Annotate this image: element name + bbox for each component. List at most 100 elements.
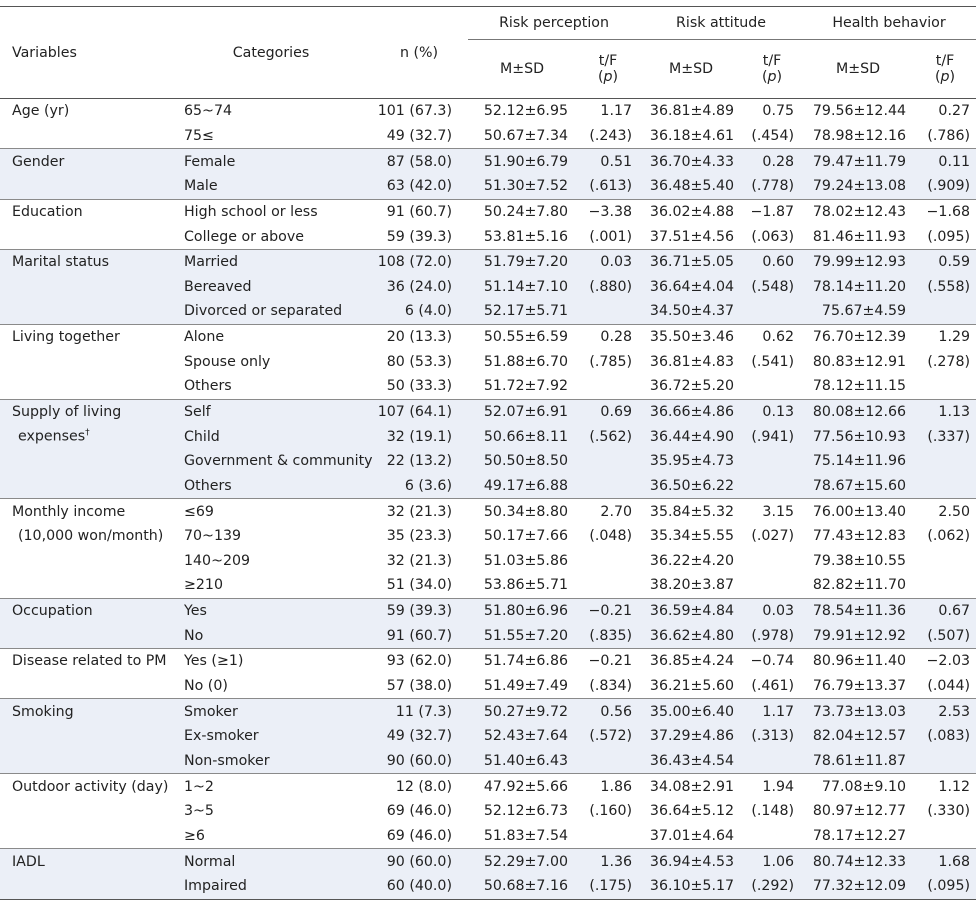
n-cell: 91 (60.7) [370, 198, 468, 225]
health-behavior-tf: 2.50 [914, 498, 976, 524]
n-cell: 32 (21.3) [386, 552, 452, 569]
table-row: 75≤ 49 (32.7) 50.67±7.34 (.243) 36.18±4.61 (.… [0, 124, 976, 149]
health-behavior-tf [914, 473, 976, 499]
n-cell: 36 (24.0) [370, 274, 468, 300]
health-behavior-msd: 80.97±12.77 [812, 803, 907, 820]
n-cell: 60 (40.0) [370, 873, 468, 900]
risk-attitude-msd: 36.85±4.24 [640, 648, 743, 674]
category-cell: 75≤ [184, 127, 214, 144]
variable-cell [0, 748, 172, 774]
variable-cell [0, 299, 172, 325]
risk-perception-msd: 51.74±6.86 [468, 648, 576, 674]
health-behavior-tf: (.083) [914, 724, 976, 749]
table-row: Spouse only 80 (53.3) 51.88±6.70 (.785) 36.8… [0, 349, 976, 374]
risk-attitude-msd: 36.71±5.05 [640, 248, 743, 275]
risk-attitude-tf: (.063) [751, 228, 795, 245]
risk-perception-msd: 51.90±6.79 [468, 148, 576, 174]
risk-perception-msd: 50.24±7.80 [468, 198, 576, 225]
risk-perception-msd: 52.43±7.64 [468, 724, 576, 749]
n-cell: 57 (38.0) [386, 678, 452, 695]
risk-attitude-msd: 37.01±4.64 [649, 827, 735, 844]
risk-perception-msd: 52.29±7.00 [468, 848, 576, 874]
health-behavior-tf [914, 374, 976, 399]
health-behavior-msd: 76.70±12.39 [802, 323, 915, 350]
health-behavior-msd: 73.73±13.03 [802, 698, 915, 725]
n-cell: 20 (13.3) [370, 323, 468, 350]
variable-cell [0, 549, 172, 574]
risk-attitude-tf: −1.87 [742, 198, 803, 225]
risk-attitude-msd: 35.34±5.55 [649, 528, 735, 545]
header-variables: Variables [0, 6, 172, 99]
risk-attitude-tf: (.541) [751, 353, 795, 370]
health-behavior-tf: 0.27 [938, 103, 971, 120]
table-row: College or above 59 (39.3) 53.81±5.16 (.001… [0, 224, 976, 249]
risk-perception-msd: 51.79±7.20 [468, 248, 576, 275]
health-behavior-tf: 2.53 [914, 698, 976, 725]
header-risk-attitude: Risk attitude [640, 6, 803, 40]
category-cell: Child [172, 424, 370, 449]
category-cell: 70~139 [184, 528, 242, 545]
health-behavior-msd: 82.82±11.70 [812, 577, 907, 594]
variable-cell [0, 573, 172, 598]
risk-perception-msd: 50.67±7.34 [483, 127, 568, 144]
risk-perception-msd: 50.34±8.80 [468, 498, 576, 524]
health-behavior-tf: (.062) [927, 528, 971, 545]
risk-perception-msd: 51.88±6.70 [483, 353, 568, 370]
category-cell: Divorced or separated [172, 299, 370, 325]
risk-attitude-msd: 35.95±4.73 [640, 448, 743, 474]
category-cell: Spouse only [184, 353, 271, 370]
health-behavior-msd: 76.79±13.37 [812, 678, 907, 695]
health-behavior-msd: 75.67±4.59 [802, 299, 915, 325]
category-cell: Alone [172, 323, 370, 350]
category-cell: 140~209 [184, 552, 251, 569]
header-categories: Categories [172, 6, 370, 99]
table-row: expenses† Child 32 (19.1) 50.66±8.11 (.562) 3… [0, 424, 976, 449]
n-cell: 32 (19.1) [370, 424, 468, 449]
risk-perception-tf: (.613) [576, 173, 641, 200]
health-behavior-msd: 77.43±12.83 [812, 528, 907, 545]
risk-attitude-tf [742, 573, 802, 598]
table-row: Outdoor activity (day) 1~2 12 (8.0) 47.92±5… [0, 773, 976, 799]
variable-cell [0, 473, 172, 499]
risk-perception-tf: (.835) [576, 623, 641, 649]
table-header: Variables Categories n (%) Risk percepti… [0, 6, 976, 99]
risk-perception-msd: 51.03±5.86 [483, 552, 568, 569]
risk-attitude-msd: 37.51±4.56 [649, 228, 735, 245]
health-behavior-tf: 0.59 [914, 248, 976, 275]
risk-perception-tf: (.048) [589, 528, 633, 545]
category-cell: Impaired [172, 873, 370, 900]
health-behavior-msd: 78.61±11.87 [802, 748, 915, 774]
category-cell: No [172, 623, 370, 649]
risk-attitude-tf: (.292) [742, 873, 803, 900]
n-cell: 50 (33.3) [386, 378, 452, 395]
variable-cell [0, 824, 172, 849]
risk-perception-msd: 52.12±6.73 [483, 803, 568, 820]
variable-cell [0, 224, 172, 249]
risk-perception-msd: 51.83±7.54 [483, 827, 568, 844]
risk-perception-tf: 0.28 [576, 323, 641, 350]
risk-attitude-tf [742, 374, 802, 399]
variable-cell [0, 124, 172, 149]
risk-perception-msd: 52.07±6.91 [468, 398, 576, 425]
risk-attitude-msd: 36.81±4.89 [649, 103, 735, 120]
risk-attitude-tf [742, 473, 803, 499]
table-row: Government & community 22 (13.2) 50.50±8.5… [0, 448, 976, 474]
health-behavior-msd: 75.14±11.96 [802, 448, 915, 474]
health-behavior-msd: 80.83±12.91 [812, 353, 907, 370]
health-behavior-msd: 80.74±12.33 [802, 848, 915, 874]
variable-cell: Disease related to PM [0, 648, 172, 674]
risk-perception-tf: −0.21 [576, 648, 641, 674]
category-cell: High school or less [172, 198, 370, 225]
n-cell: 69 (46.0) [386, 803, 452, 820]
risk-attitude-msd: 36.64±4.04 [640, 274, 743, 300]
health-behavior-msd: 79.47±11.79 [802, 148, 915, 174]
table-row: Occupation Yes 59 (39.3) 51.80±6.96 −0.21 36.… [0, 597, 976, 624]
health-behavior-tf: 1.29 [914, 323, 976, 350]
header-n-percent: n (%) [370, 6, 468, 99]
health-behavior-tf: (.337) [914, 424, 976, 449]
table-row: Non-smoker 90 (60.0) 51.40±6.43 36.43±4.54 7… [0, 748, 976, 774]
variable-cell [0, 374, 172, 399]
n-cell: 6 (4.0) [370, 299, 468, 325]
variable-cell [0, 724, 172, 749]
risk-attitude-tf: 0.03 [742, 597, 803, 624]
